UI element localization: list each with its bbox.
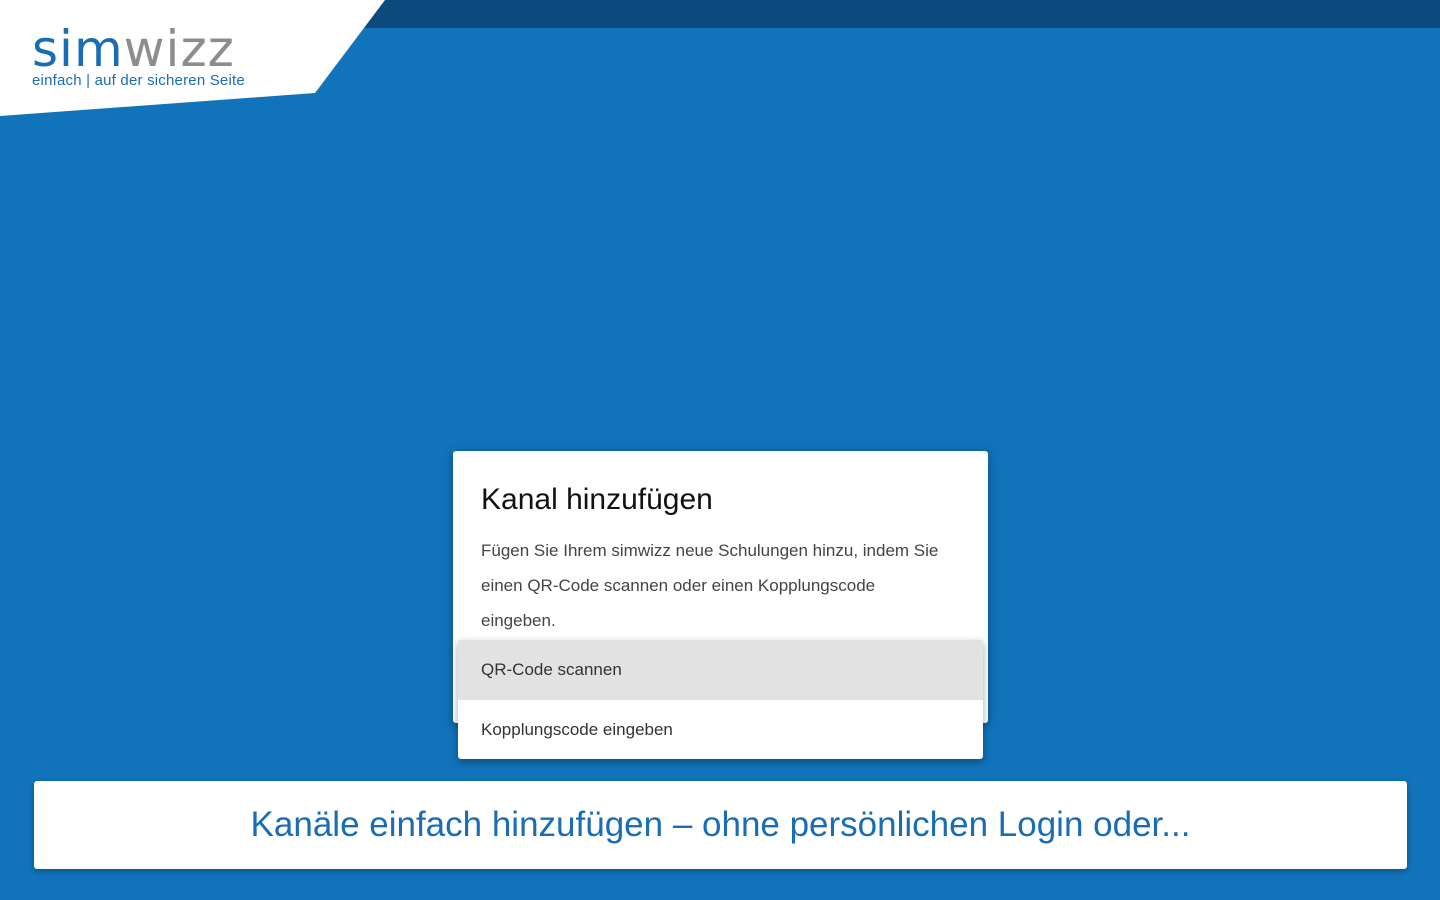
logo-wordmark-sim: sim: [32, 20, 124, 78]
dialog-title: Kanal hinzufügen: [481, 483, 713, 516]
logo: simwizz einfach | auf der sicheren Seite: [32, 22, 245, 89]
logo-wordmark-wizz: wizz: [123, 20, 235, 78]
menu-item-scan-qr-code[interactable]: QR-Code scannen: [458, 640, 983, 700]
dialog-description: Fügen Sie Ihrem simwizz neue Schulungen …: [481, 541, 939, 630]
logo-wordmark: simwizz: [32, 22, 245, 76]
promo-caption-banner: Kanäle einfach hinzufügen – ohne persönl…: [34, 781, 1407, 869]
logo-tagline: einfach | auf der sicheren Seite: [32, 72, 245, 89]
add-channel-options-menu: QR-Code scannen Kopplungscode eingeben: [458, 640, 983, 759]
app-screen: simwizz einfach | auf der sicheren Seite…: [0, 0, 1440, 900]
menu-item-enter-pairing-code[interactable]: Kopplungscode eingeben: [458, 700, 983, 759]
logo-panel: simwizz einfach | auf der sicheren Seite: [0, 0, 390, 120]
